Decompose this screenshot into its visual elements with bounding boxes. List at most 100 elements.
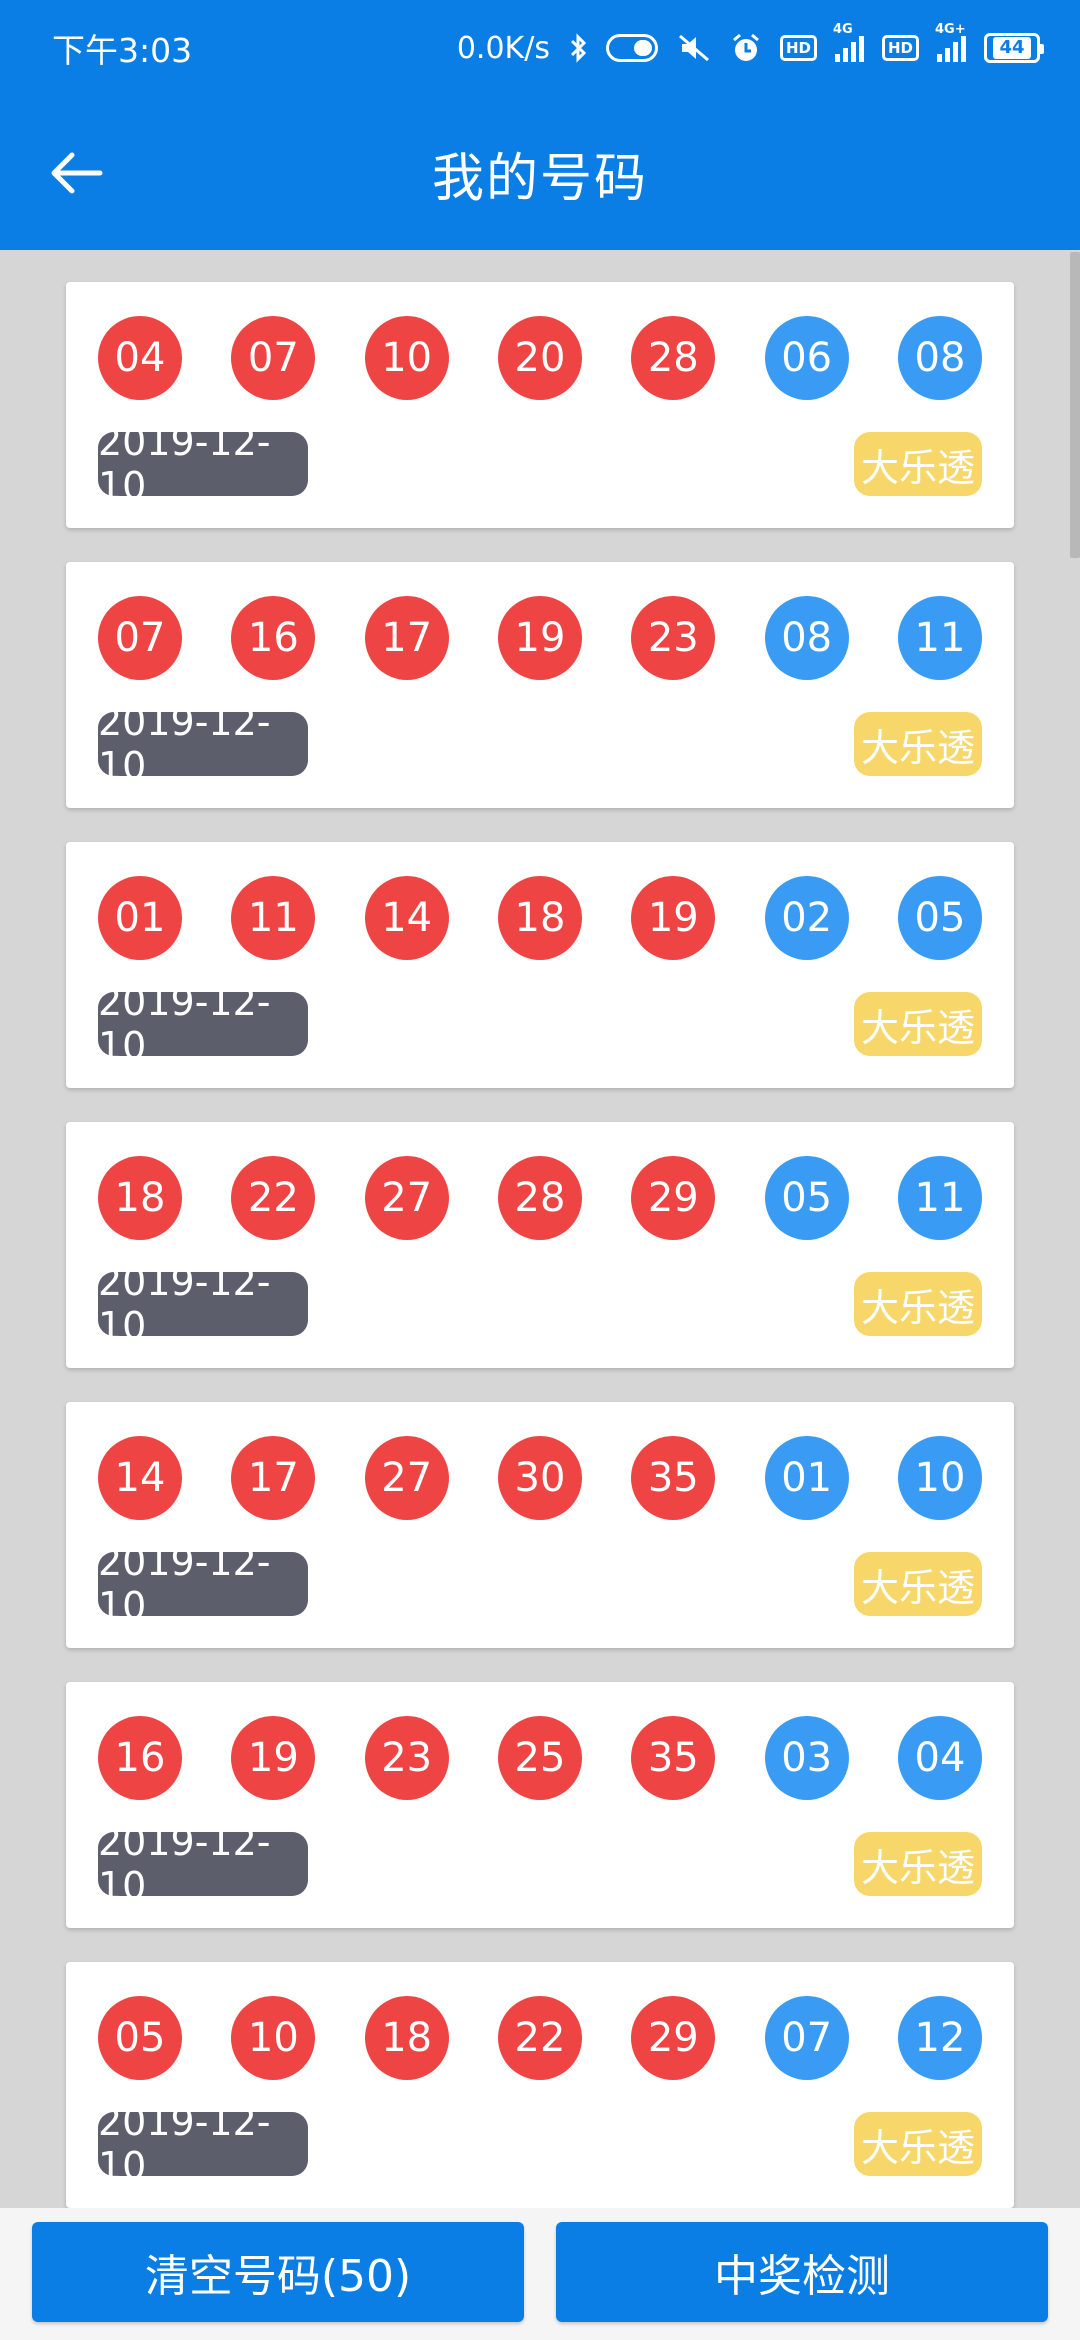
ticket-card[interactable]: 04 07 10 20 28 06 08 2019-12-10 大乐透 — [66, 282, 1014, 528]
blue-ball: 08 — [764, 596, 849, 680]
red-ball: 07 — [231, 316, 316, 400]
red-ball: 20 — [497, 316, 582, 400]
blue-ball: 02 — [764, 876, 849, 960]
lottery-type-badge: 大乐透 — [854, 1552, 982, 1616]
battery-level: 44 — [993, 37, 1031, 59]
signal-icon-2: 4G+ — [935, 22, 966, 62]
blue-ball: 01 — [764, 1436, 849, 1520]
red-ball: 22 — [497, 1996, 582, 2080]
red-ball: 35 — [631, 1716, 716, 1800]
blue-ball: 08 — [897, 316, 982, 400]
date-badge: 2019-12-10 — [98, 1260, 308, 1348]
blue-ball: 10 — [897, 1436, 982, 1520]
red-ball: 19 — [497, 596, 582, 680]
toggle-icon — [605, 34, 658, 62]
ticket-card[interactable]: 01 11 14 18 19 02 05 2019-12-10 大乐透 — [66, 842, 1014, 1088]
blue-ball: 12 — [897, 1996, 982, 2080]
status-bar: 下午3:03 0.0K/s HD 4G HD 4G+ 44 — [0, 0, 1080, 96]
red-ball: 14 — [98, 1436, 182, 1520]
red-ball: 27 — [364, 1156, 449, 1240]
blue-ball: 05 — [764, 1156, 849, 1240]
prize-check-button[interactable]: 中奖检测 — [556, 2222, 1048, 2322]
scrollbar[interactable] — [1070, 252, 1080, 558]
blue-ball: 11 — [897, 1156, 982, 1240]
red-ball: 27 — [364, 1436, 449, 1520]
number-balls: 16 19 23 25 35 03 04 — [98, 1716, 982, 1800]
red-ball: 17 — [364, 596, 449, 680]
number-balls: 01 11 14 18 19 02 05 — [98, 876, 982, 960]
lottery-type-badge: 大乐透 — [854, 1832, 982, 1896]
signal-label: 4G — [832, 22, 853, 37]
ticket-card[interactable]: 05 10 18 22 29 07 12 2019-12-10 大乐透 — [66, 1962, 1014, 2208]
lottery-type-badge: 大乐透 — [854, 992, 982, 1056]
number-balls: 18 22 27 28 29 05 11 — [98, 1156, 982, 1240]
ticket-list[interactable]: 04 07 10 20 28 06 08 2019-12-10 大乐透 07 16 17 19 23 08 1… — [0, 250, 1080, 2208]
date-badge: 2019-12-10 — [98, 1820, 308, 1908]
red-ball: 28 — [497, 1156, 582, 1240]
red-ball: 19 — [631, 876, 716, 960]
lottery-type-badge: 大乐透 — [854, 712, 982, 776]
red-ball: 22 — [231, 1156, 316, 1240]
red-ball: 10 — [231, 1996, 316, 2080]
net-speed: 0.0K/s — [456, 30, 550, 66]
ticket-card[interactable]: 07 16 17 19 23 08 11 2019-12-10 大乐透 — [66, 562, 1014, 808]
date-badge: 2019-12-10 — [98, 700, 308, 788]
red-ball: 07 — [98, 596, 182, 680]
blue-ball: 05 — [897, 876, 982, 960]
lottery-type-badge: 大乐透 — [854, 2112, 982, 2176]
red-ball: 01 — [98, 876, 182, 960]
red-ball: 35 — [631, 1436, 716, 1520]
red-ball: 11 — [231, 876, 316, 960]
ticket-card[interactable]: 16 19 23 25 35 03 04 2019-12-10 大乐透 — [66, 1682, 1014, 1928]
red-ball: 18 — [364, 1996, 449, 2080]
red-ball: 28 — [631, 316, 716, 400]
status-icons: 0.0K/s HD 4G HD 4G+ 44 — [456, 22, 1044, 66]
bottom-action-bar: 清空号码(50) 中奖检测 — [0, 2208, 1080, 2340]
red-ball: 23 — [364, 1716, 449, 1800]
number-balls: 04 07 10 20 28 06 08 — [98, 316, 982, 400]
blue-ball: 11 — [897, 596, 982, 680]
red-ball: 16 — [231, 596, 316, 680]
red-ball: 19 — [231, 1716, 316, 1800]
hd-icon-2: HD — [881, 35, 919, 61]
page-title: 我的号码 — [431, 148, 648, 209]
red-ball: 23 — [631, 596, 716, 680]
signal-icon: 4G — [833, 22, 864, 62]
red-ball: 04 — [98, 316, 182, 400]
blue-ball: 07 — [764, 1996, 849, 2080]
number-balls: 05 10 18 22 29 07 12 — [98, 1996, 982, 2080]
alarm-icon — [730, 32, 762, 64]
red-ball: 18 — [98, 1156, 182, 1240]
ticket-card[interactable]: 18 22 27 28 29 05 11 2019-12-10 大乐透 — [66, 1122, 1014, 1368]
blue-ball: 03 — [764, 1716, 849, 1800]
blue-ball: 04 — [897, 1716, 982, 1800]
blue-ball: 06 — [764, 316, 849, 400]
red-ball: 30 — [497, 1436, 582, 1520]
app-bar: 我的号码 — [0, 96, 1080, 250]
number-balls: 07 16 17 19 23 08 11 — [98, 596, 982, 680]
signal-label-2: 4G+ — [935, 22, 966, 37]
number-balls: 14 17 27 30 35 01 10 — [98, 1436, 982, 1520]
lottery-type-badge: 大乐透 — [854, 1272, 982, 1336]
date-badge: 2019-12-10 — [98, 980, 308, 1068]
date-badge: 2019-12-10 — [98, 2100, 308, 2188]
clear-numbers-button[interactable]: 清空号码(50) — [32, 2222, 524, 2322]
battery-icon: 44 — [984, 33, 1044, 63]
status-time: 下午3:03 — [52, 31, 193, 70]
mute-vibrate-icon — [676, 32, 712, 64]
red-ball: 05 — [98, 1996, 182, 2080]
date-badge: 2019-12-10 — [98, 420, 308, 508]
red-ball: 16 — [98, 1716, 182, 1800]
lottery-type-badge: 大乐透 — [854, 432, 982, 496]
arrow-left-icon — [51, 152, 103, 194]
hd-icon: HD — [779, 35, 817, 61]
bluetooth-icon — [568, 33, 588, 63]
red-ball: 17 — [231, 1436, 316, 1520]
red-ball: 25 — [497, 1716, 582, 1800]
red-ball: 10 — [364, 316, 449, 400]
red-ball: 18 — [497, 876, 582, 960]
back-button[interactable] — [36, 133, 116, 213]
red-ball: 29 — [631, 1156, 716, 1240]
red-ball: 14 — [364, 876, 449, 960]
ticket-card[interactable]: 14 17 27 30 35 01 10 2019-12-10 大乐透 — [66, 1402, 1014, 1648]
